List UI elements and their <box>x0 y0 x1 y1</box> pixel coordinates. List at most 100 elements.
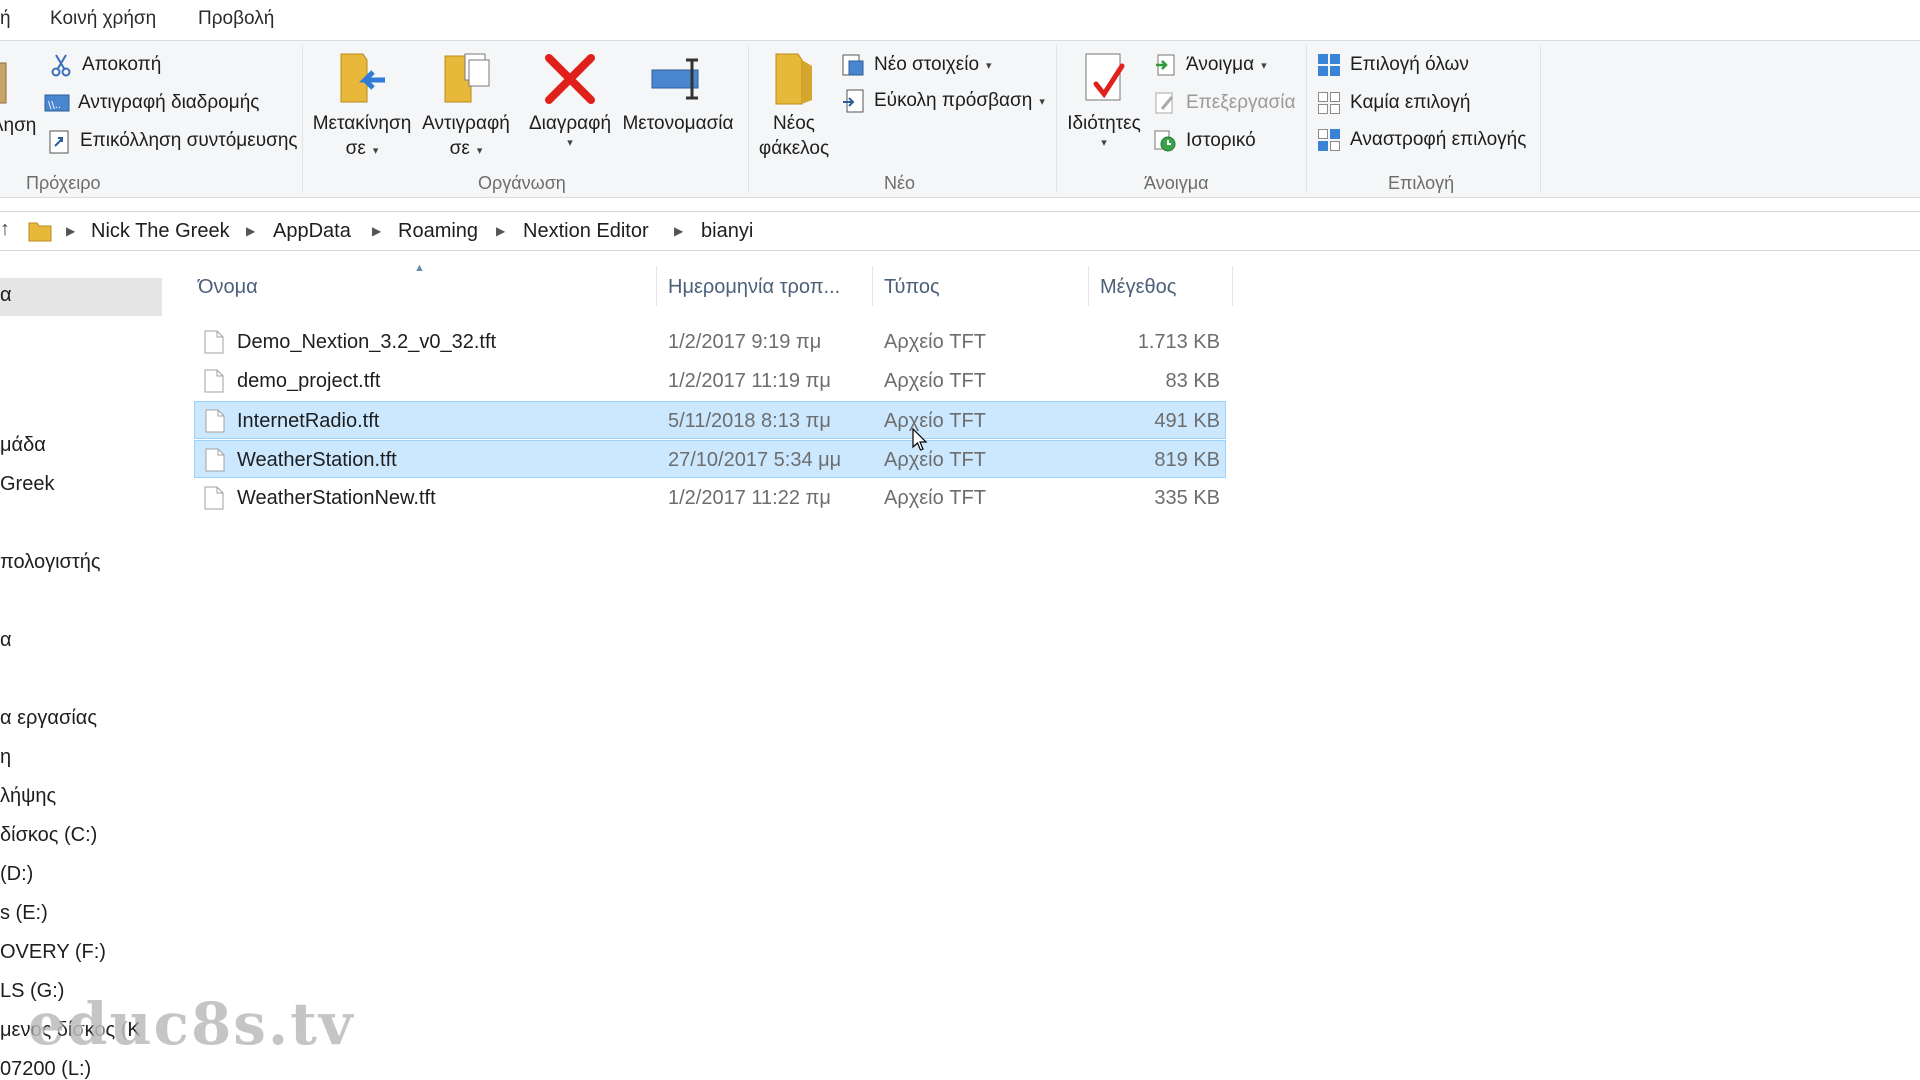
edit-button[interactable]: Επεξεργασία <box>1152 88 1295 118</box>
column-header-name[interactable]: Όνομα <box>198 276 258 299</box>
nav-item-drive-e[interactable]: s (E:) <box>0 902 48 934</box>
open-label: Άνοιγμα <box>1186 54 1255 75</box>
breadcrumb-appdata[interactable]: AppData <box>273 220 351 243</box>
ribbon-divider <box>1306 45 1307 193</box>
new-folder-button[interactable]: Νέος φάκελος <box>752 49 836 161</box>
delete-button[interactable]: Διαγραφή ▾ <box>524 49 616 150</box>
breadcrumb-separator-icon[interactable]: ▶ <box>246 224 255 238</box>
move-to-button[interactable]: Μετακίνηση σε ▾ <box>310 49 414 164</box>
open-dropdown-caret[interactable]: ▾ <box>1261 59 1267 72</box>
select-all-icon <box>1316 52 1342 78</box>
file-name: demo_project.tft <box>237 370 381 392</box>
open-icon <box>1152 52 1178 78</box>
copy-path-button[interactable]: \\.. Αντιγραφή διαδρομής <box>44 88 259 118</box>
easy-access-dropdown-caret[interactable]: ▾ <box>1039 95 1045 108</box>
file-row[interactable]: Demo_Nextion_3.2_v0_32.tft 1/2/2017 9:19… <box>194 323 1226 361</box>
select-group-label: Επιλογή <box>1388 173 1455 193</box>
mouse-cursor-icon <box>912 428 928 451</box>
file-row-selected[interactable]: WeatherStation.tft 27/10/2017 5:34 μμ Αρ… <box>194 440 1226 478</box>
nav-item-desktop[interactable]: α εργασίας <box>0 707 97 739</box>
column-divider[interactable] <box>656 266 657 306</box>
paste-label: ληση <box>0 115 37 136</box>
paste-shortcut-button[interactable]: Επικόλληση συντόμευσης <box>46 126 298 156</box>
file-row-selected[interactable]: InternetRadio.tft 5/11/2018 8:13 πμ Αρχε… <box>194 401 1226 439</box>
copy-to-label-1: Αντιγραφή <box>422 113 510 134</box>
open-group-label: Άνοιγμα <box>1144 173 1209 193</box>
select-none-button[interactable]: Καμία επιλογή <box>1316 88 1471 118</box>
file-type: Αρχείο TFT <box>884 370 986 392</box>
nav-item-homegroup[interactable]: μάδα <box>0 434 46 466</box>
edit-label: Επεξεργασία <box>1186 92 1296 113</box>
history-icon <box>1152 128 1178 154</box>
breadcrumb-separator-icon[interactable]: ▶ <box>372 224 381 238</box>
file-type: Αρχείο TFT <box>884 449 986 471</box>
select-all-button[interactable]: Επιλογή όλων <box>1316 50 1469 80</box>
column-header-type[interactable]: Τύπος <box>884 276 940 299</box>
nav-item-this-pc[interactable]: πολογιστής <box>0 551 101 583</box>
invert-selection-icon <box>1316 127 1342 153</box>
copy-to-button[interactable]: Αντιγραφή σε ▾ <box>414 49 518 164</box>
address-bar[interactable]: ↑ ▶ Nick The Greek ▶ AppData ▶ Roaming ▶… <box>0 211 1920 251</box>
easy-access-button[interactable]: Εύκολη πρόσβαση ▾ <box>840 86 1045 116</box>
easy-access-label: Εύκολη πρόσβαση <box>874 90 1033 111</box>
open-button[interactable]: Άνοιγμα ▾ <box>1152 50 1267 80</box>
breadcrumb-separator-icon[interactable]: ▶ <box>496 224 505 238</box>
properties-dropdown-caret[interactable]: ▾ <box>1101 136 1107 150</box>
nav-item-drive-c[interactable]: δίσκος (C:) <box>0 824 97 856</box>
folder-icon <box>28 220 52 247</box>
tab-share[interactable]: Κοινή χρήση <box>50 8 156 30</box>
nav-item-pictures[interactable]: η <box>0 746 11 778</box>
cut-button[interactable]: Αποκοπή <box>48 50 161 80</box>
breadcrumb-nextion-editor[interactable]: Nextion Editor <box>523 220 649 243</box>
column-header-date[interactable]: Ημερομηνία τροπ... <box>668 276 840 299</box>
tab-home[interactable]: ή <box>0 8 11 30</box>
nav-item-quick-access[interactable]: α <box>0 278 162 316</box>
breadcrumb-separator-icon[interactable]: ▶ <box>674 224 683 238</box>
column-divider[interactable] <box>872 266 873 306</box>
properties-button[interactable]: Ιδιότητες ▾ <box>1058 49 1150 150</box>
history-label: Ιστορικό <box>1186 130 1256 151</box>
rename-button[interactable]: Μετονομασία <box>618 49 738 136</box>
nav-item-documents[interactable]: α <box>0 629 12 661</box>
select-all-label: Επιλογή όλων <box>1350 54 1469 75</box>
breadcrumb-nick-the-greek[interactable]: Nick The Greek <box>91 220 230 243</box>
file-name: InternetRadio.tft <box>237 410 380 432</box>
file-size: 819 KB <box>1154 449 1220 471</box>
copy-folder-icon <box>434 49 498 109</box>
new-item-icon <box>840 52 866 78</box>
properties-label: Ιδιότητες <box>1067 113 1141 134</box>
paste-button[interactable]: ληση <box>0 51 38 138</box>
breadcrumb-bianyi[interactable]: bianyi <box>701 220 753 243</box>
new-item-button[interactable]: Νέο στοιχείο ▾ <box>840 50 992 80</box>
column-header-size[interactable]: Μέγεθος <box>1100 276 1176 299</box>
nav-item-downloads[interactable]: λήψης <box>0 785 56 817</box>
sort-ascending-icon: ▲ <box>414 262 425 274</box>
column-divider[interactable] <box>1088 266 1089 306</box>
nav-item-drive-l[interactable]: 07200 (L:) <box>0 1058 91 1080</box>
nav-item-drive-d[interactable]: (D:) <box>0 863 33 895</box>
breadcrumb-separator-icon[interactable]: ▶ <box>66 224 75 238</box>
file-row[interactable]: demo_project.tft 1/2/2017 11:19 πμ Αρχεί… <box>194 362 1226 400</box>
file-row[interactable]: WeatherStationNew.tft 1/2/2017 11:22 πμ … <box>194 479 1226 517</box>
delete-dropdown-caret[interactable]: ▾ <box>567 136 573 150</box>
scissors-icon <box>48 52 74 78</box>
tab-view[interactable]: Προβολή <box>198 8 274 30</box>
select-none-label: Καμία επιλογή <box>1350 92 1471 113</box>
file-icon <box>205 409 225 433</box>
nav-item-user[interactable]: Greek <box>0 473 54 505</box>
nav-item-drive-f[interactable]: OVERY (F:) <box>0 941 106 973</box>
invert-selection-button[interactable]: Αναστροφή επιλογής <box>1316 125 1526 155</box>
navigation-pane: α μάδα Greek πολογιστής α α εργασίας η λ… <box>0 252 162 1080</box>
file-icon <box>204 486 224 510</box>
up-arrow-icon[interactable]: ↑ <box>0 218 10 241</box>
file-date: 27/10/2017 5:34 μμ <box>668 449 842 471</box>
breadcrumb-roaming[interactable]: Roaming <box>398 220 478 243</box>
ribbon: ληση Αποκοπή \\.. Αντιγραφή διαδρομής Επ… <box>0 40 1920 198</box>
paste-shortcut-icon <box>46 128 72 154</box>
file-name: Demo_Nextion_3.2_v0_32.tft <box>237 331 497 353</box>
new-item-dropdown-caret[interactable]: ▾ <box>986 59 992 72</box>
history-button[interactable]: Ιστορικό <box>1152 126 1256 156</box>
rename-label: Μετονομασία <box>622 113 734 134</box>
column-divider[interactable] <box>1232 266 1233 306</box>
new-item-label: Νέο στοιχείο <box>874 54 980 75</box>
